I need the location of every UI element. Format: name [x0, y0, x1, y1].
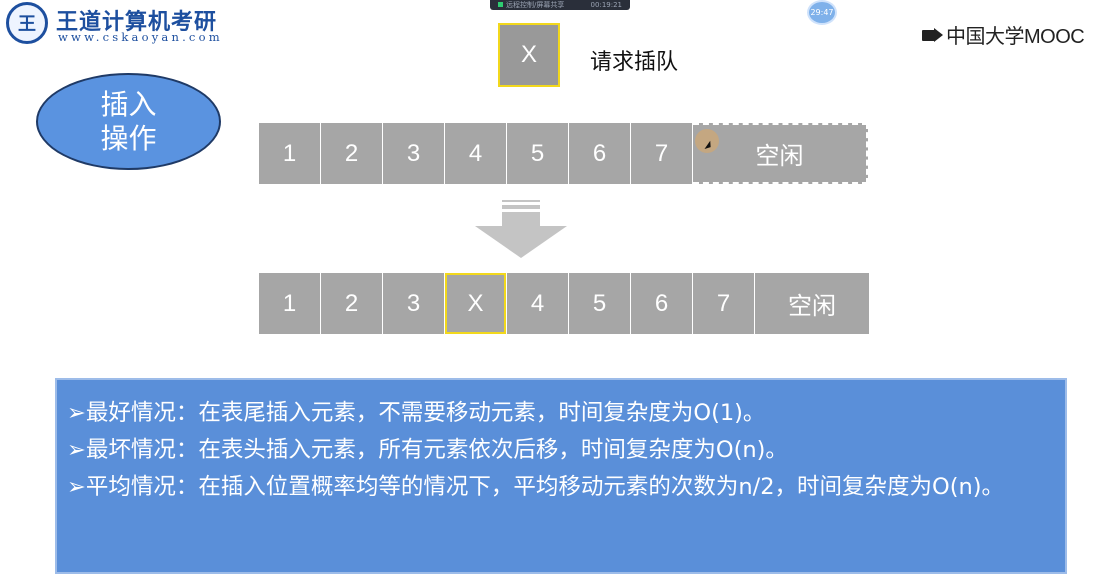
mooc-logo: 中国大学MOOC [922, 20, 1085, 49]
array-cell: 2 [321, 273, 382, 334]
best-case-line: ➢最好情况：在表尾插入元素，不需要移动元素，时间复杂度为O(1)。 [67, 400, 766, 426]
array-cell: 7 [693, 273, 754, 334]
array-cell: 5 [507, 123, 568, 184]
free-space-cell: 空闲 [755, 273, 869, 334]
request-label: 请求插队 [590, 50, 679, 75]
emblem-icon: 王 [6, 2, 48, 44]
array-cell: 4 [445, 123, 506, 184]
insert-operation-ellipse: 插入 操作 [36, 73, 221, 170]
recording-time: 00:19:21 [590, 0, 622, 9]
request-element-box: X [498, 23, 560, 87]
array-cell: 3 [383, 273, 444, 334]
operation-label: 插入 操作 [100, 87, 157, 155]
mooc-text: 中国大学MOOC [946, 26, 1085, 48]
brand-logo: 王 王道计算机考研 www.cskaoyan.com [6, 2, 236, 46]
array-cell: 3 [383, 123, 444, 184]
brand-url: www.cskaoyan.com [58, 30, 223, 44]
array-cell: 1 [259, 273, 320, 334]
complexity-info-box: ➢最好情况：在表尾插入元素，不需要移动元素，时间复杂度为O(1)。 ➢最坏情况：… [55, 378, 1067, 574]
floating-timer-bubble[interactable]: 29:47 [807, 0, 837, 25]
array-before-insert: 1 2 3 4 5 6 7 空闲 [259, 123, 868, 184]
array-cell: 4 [507, 273, 568, 334]
down-arrow-icon [475, 200, 567, 258]
mooc-icon [922, 27, 944, 42]
inserted-cell: X [445, 273, 506, 334]
array-cell: 7 [631, 123, 692, 184]
array-cell: 2 [321, 123, 382, 184]
free-space-cell: 空闲 [693, 123, 868, 184]
array-cell: 6 [569, 123, 630, 184]
emblem-char: 王 [18, 14, 36, 35]
recording-left-text: 远程控制/屏幕共享 [506, 0, 565, 9]
array-cell: 5 [569, 273, 630, 334]
recording-label: 远程控制/屏幕共享 [498, 1, 564, 10]
worst-case-line: ➢最坏情况：在表头插入元素，所有元素依次后移，时间复杂度为O(n)。 [67, 437, 788, 463]
array-cell: 1 [259, 123, 320, 184]
recording-bar[interactable]: 远程控制/屏幕共享 00:19:21 [490, 0, 630, 10]
signal-icon [498, 2, 503, 7]
average-case-line: ➢平均情况：在插入位置概率均等的情况下，平均移动元素的次数为n/2，时间复杂度为… [67, 474, 1005, 500]
array-cell: 6 [631, 273, 692, 334]
array-after-insert: 1 2 3 X 4 5 6 7 空闲 [259, 273, 869, 334]
